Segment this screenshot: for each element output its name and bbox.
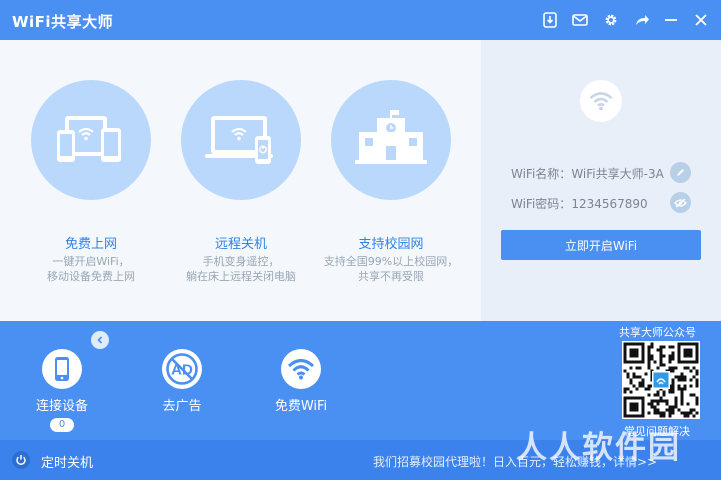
wifi-status-icon (580, 80, 622, 122)
wifi-password-label: WiFi密码： (511, 197, 572, 211)
toggle-password-icon[interactable] (670, 192, 691, 213)
wifi-password-value: 1234567890 (571, 197, 648, 211)
phone-icon (42, 349, 82, 389)
close-icon[interactable] (691, 10, 711, 30)
share-icon[interactable] (632, 10, 652, 30)
wifi-icon (281, 349, 321, 389)
ad-block-icon: AD (162, 349, 202, 389)
app-title: WiFi共享大师 (12, 13, 114, 31)
feature-desc-line2: 共享不再受限 (358, 270, 424, 283)
feature-title: 远程关机 (214, 237, 267, 252)
device-count-badge: 0 (50, 418, 74, 432)
remote-shutdown-icon (181, 80, 301, 200)
minimize-icon[interactable] (661, 10, 681, 30)
wifi-password-row: WiFi密码：1234567890 (511, 195, 648, 212)
wifi-info-panel: WiFi名称：WiFi共享大师-3A WiFi密码：1234567890 立即开… (481, 40, 721, 321)
feature-desc-line1: 手机变身遥控， (202, 255, 280, 268)
tool-free-wifi[interactable]: 免费WiFi (261, 349, 341, 414)
feature-free-internet[interactable]: 免费上网 一键开启WiFi， 移动设备免费上网 (16, 40, 166, 321)
tool-ad-block[interactable]: AD 去广告 (142, 349, 222, 414)
tool-connected-devices[interactable]: 连接设备 0 (22, 349, 102, 432)
features-panel: 免费上网 一键开启WiFi， 移动设备免费上网 远程关机 手机变身遥控， 躺在床… (0, 40, 481, 321)
title-bar: WiFi共享大师 (0, 0, 721, 40)
tool-label: 免费WiFi (274, 399, 328, 414)
feature-description: 一键开启WiFi， 移动设备免费上网 (6, 254, 176, 284)
feature-title: 支持校园网 (358, 237, 424, 252)
wifi-name-value: WiFi共享大师-3A (571, 167, 664, 181)
tool-label: 去广告 (162, 399, 202, 414)
edit-name-icon[interactable] (670, 162, 691, 183)
devices-icon (31, 80, 151, 200)
feature-title: 免费上网 (64, 237, 117, 252)
download-icon[interactable] (540, 10, 560, 30)
campus-icon (331, 80, 451, 200)
power-icon[interactable] (12, 451, 30, 469)
feature-desc-line2: 躺在床上远程关闭电脑 (186, 270, 296, 283)
feature-desc-line1: 支持全国99%以上校园网， (323, 255, 459, 268)
wifi-name-row: WiFi名称：WiFi共享大师-3A (511, 165, 664, 182)
qr-title: 共享大师公众号 (619, 326, 696, 339)
feature-remote-shutdown[interactable]: 远程关机 手机变身遥控， 躺在床上远程关闭电脑 (166, 40, 316, 321)
feature-campus-network[interactable]: 支持校园网 支持全国99%以上校园网， 共享不再受限 (316, 40, 466, 321)
mail-icon[interactable] (570, 10, 590, 30)
feature-desc-line1: 一键开启WiFi， (52, 255, 130, 268)
chevron-left-icon[interactable] (91, 331, 109, 349)
tool-label: 连接设备 (35, 399, 88, 414)
feature-description: 手机变身遥控， 躺在床上远程关闭电脑 (156, 254, 326, 284)
gear-icon[interactable] (601, 10, 621, 30)
wifi-name-label: WiFi名称： (511, 167, 572, 181)
timed-shutdown-link[interactable]: 定时关机 (41, 452, 93, 471)
qr-code-image[interactable] (622, 341, 700, 419)
feature-description: 支持全国99%以上校园网， 共享不再受限 (306, 254, 476, 284)
watermark-text: 人人软件园 (516, 430, 681, 466)
feature-desc-line2: 移动设备免费上网 (47, 270, 135, 283)
start-wifi-button[interactable]: 立即开启WiFi (501, 230, 701, 260)
